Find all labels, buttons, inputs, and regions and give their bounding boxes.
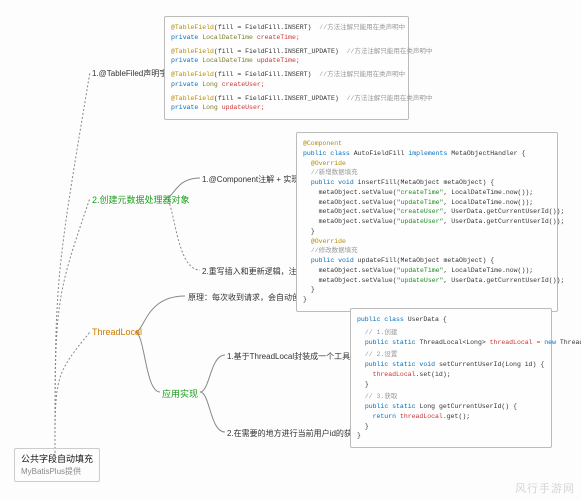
code-block-userdata: public class UserData { // 1.创建 public s…	[350, 308, 552, 448]
code-block-tablefield: @TableField(fill = FieldFill.INSERT) //方…	[164, 16, 409, 120]
node-tl-apply-1: 1.基于ThreadLocal封装成一个工具类	[227, 351, 358, 362]
node-tl-apply: 应用实现	[162, 387, 198, 400]
node-tl-apply-2: 2.在需要的地方进行当前用户id的获取	[227, 428, 360, 439]
root-sub: MyBatisPlus提供	[21, 466, 93, 477]
node-threadlocal: ThreadLocal	[92, 327, 142, 337]
node-handler-root: 2.创建元数据处理器对象	[92, 193, 190, 206]
root-node: 公共字段自动填充 MyBatisPlus提供	[14, 448, 100, 482]
root-title: 公共字段自动填充	[21, 453, 93, 466]
code-block-metahandler: @Component public class AutoFieldFill im…	[296, 132, 558, 312]
watermark: 风行手游网	[515, 480, 575, 496]
